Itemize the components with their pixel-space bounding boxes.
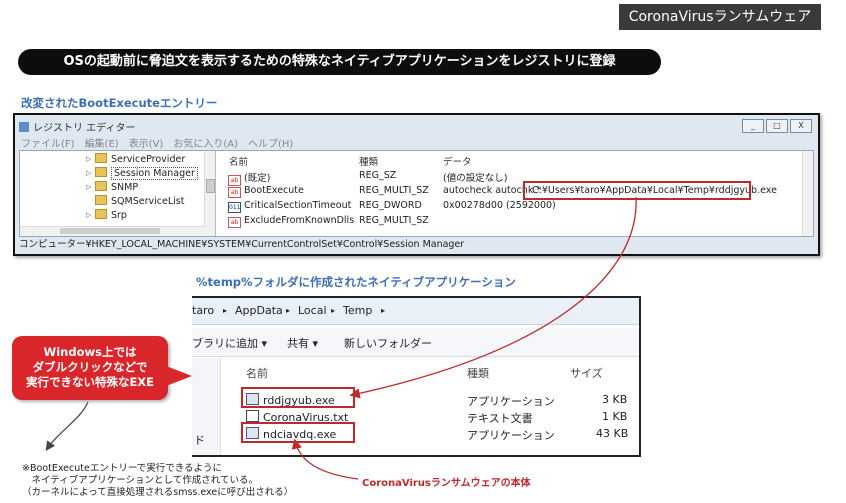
annotation-arrows bbox=[45, 196, 637, 480]
body-label-arrow bbox=[291, 438, 359, 480]
note-arrow bbox=[45, 401, 89, 451]
registry-to-file-arrow bbox=[349, 196, 637, 399]
